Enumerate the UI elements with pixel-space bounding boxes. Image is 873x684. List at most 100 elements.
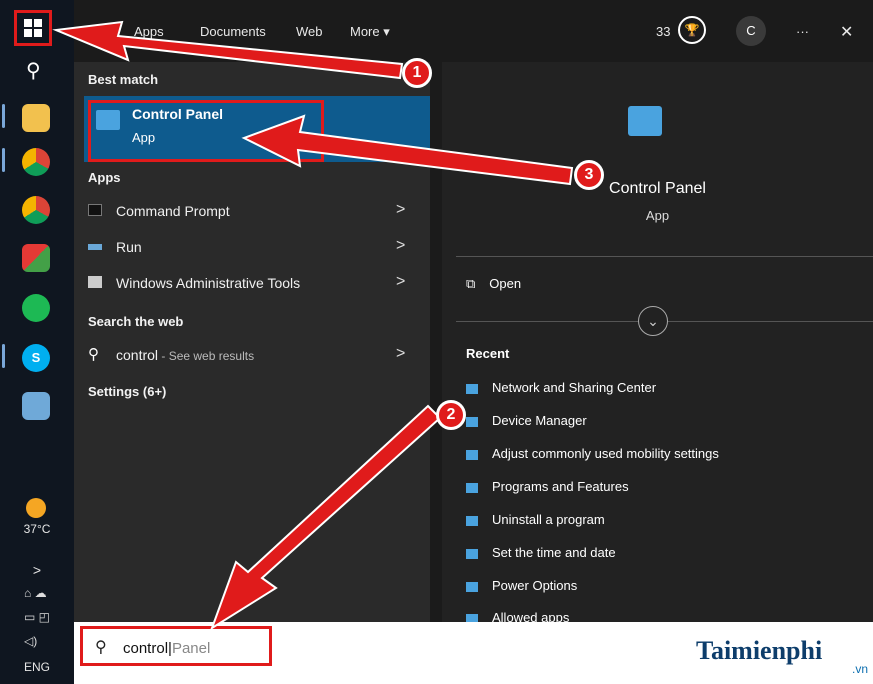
web-suffix: - See web results: [158, 349, 255, 363]
list-item[interactable]: Network and Sharing Center: [466, 380, 656, 395]
command-prompt-icon: [88, 204, 102, 216]
chevron-right-icon[interactable]: >: [396, 345, 405, 363]
windows-icon: [24, 19, 42, 37]
expand-chevron-icon[interactable]: ⌄: [638, 306, 668, 336]
search-bar: ⚲ control|Panel Taimienphi .vn: [74, 622, 873, 684]
active-indicator: [2, 104, 5, 128]
file-explorer-icon[interactable]: [22, 104, 50, 132]
settings-item-icon: [466, 383, 478, 394]
best-match-heading: Best match: [88, 72, 159, 87]
list-item[interactable]: Device Manager: [466, 413, 587, 428]
search-text: control|Panel: [123, 640, 211, 657]
control-panel-icon: [628, 106, 662, 136]
search-top-bar: Apps Documents Web More ▾ 33 🏆 C ··· ✕: [74, 0, 873, 62]
list-item[interactable]: Power Options: [466, 578, 577, 593]
list-item[interactable]: Adjust commonly used mobility settings: [466, 446, 719, 461]
list-item[interactable]: Run >: [74, 230, 430, 264]
search-input[interactable]: ⚲ control|Panel: [80, 626, 272, 666]
active-indicator: [2, 344, 5, 368]
skype-icon[interactable]: S: [22, 344, 50, 372]
best-match-name: Control Panel: [132, 106, 224, 122]
tray-icons[interactable]: ▭ ◰: [24, 610, 50, 624]
recent-label: Power Options: [492, 578, 578, 593]
chevron-right-icon[interactable]: >: [396, 237, 405, 255]
settings-item-icon: [466, 482, 478, 493]
panel-divider: [430, 62, 442, 622]
detail-title: Control Panel: [609, 180, 706, 197]
results-panel: Best match Control Panel App Apps Comman…: [74, 62, 430, 622]
search-icon: ⚲: [88, 346, 99, 363]
step-badge-3: 3: [574, 160, 604, 190]
close-button[interactable]: ✕: [840, 22, 853, 42]
tab-documents[interactable]: Documents: [200, 24, 266, 39]
settings-heading[interactable]: Settings (6+): [88, 384, 166, 399]
language-indicator[interactable]: ENG: [0, 660, 74, 674]
best-match-type: App: [132, 130, 156, 145]
list-item[interactable]: Command Prompt >: [74, 194, 430, 228]
volume-icon[interactable]: ◁): [24, 634, 37, 648]
list-item[interactable]: Windows Administrative Tools >: [74, 266, 430, 300]
active-indicator: [2, 148, 5, 172]
settings-item-icon: [466, 416, 478, 427]
chevron-right-icon[interactable]: >: [396, 273, 405, 291]
weather-icon[interactable]: [26, 498, 46, 518]
web-query: control: [116, 347, 159, 363]
settings-item-icon: [466, 581, 478, 592]
settings-item-icon: [466, 548, 478, 559]
taskbar: ⚲ S 37°C > ⌂ ☁ ▭ ◰ ◁) ENG: [0, 0, 74, 684]
recent-label: Network and Sharing Center: [492, 380, 657, 395]
chevron-right-icon[interactable]: >: [396, 201, 405, 219]
temperature: 37°C: [23, 522, 51, 536]
admin-tools-icon: [88, 276, 102, 288]
step-badge-1: 1: [402, 58, 432, 88]
web-result[interactable]: ⚲ control - See web results >: [74, 338, 430, 372]
recent-label: Uninstall a program: [492, 512, 605, 527]
open-label: Open: [489, 276, 522, 291]
settings-item-icon: [466, 449, 478, 460]
start-button[interactable]: [14, 10, 52, 46]
tab-apps[interactable]: Apps: [134, 24, 164, 39]
app-label: Windows Administrative Tools: [116, 275, 301, 291]
run-icon: [88, 244, 102, 250]
search-typed: control: [123, 640, 169, 657]
web-result-text: control - See web results: [116, 347, 254, 363]
chrome-icon[interactable]: [22, 196, 50, 224]
control-panel-taskbar-icon[interactable]: [22, 392, 50, 420]
list-item[interactable]: Set the time and date: [466, 545, 616, 560]
detail-subtitle: App: [645, 208, 670, 223]
points-count: 33: [656, 24, 671, 39]
watermark-domain: .vn: [852, 662, 869, 676]
search-icon: ⚲: [95, 639, 107, 656]
best-match-result[interactable]: Control Panel App: [84, 96, 430, 162]
more-options-button[interactable]: ···: [796, 24, 809, 39]
chrome-icon[interactable]: [22, 148, 50, 176]
detail-panel: Control Panel App ⧉ Open ⌄ Recent Network…: [442, 62, 873, 625]
rewards-icon[interactable]: 🏆: [678, 16, 706, 44]
apps-heading: Apps: [88, 170, 121, 185]
settings-item-icon: [466, 515, 478, 526]
watermark-logo: Taimienphi: [696, 636, 823, 665]
tray-icons[interactable]: ⌂ ☁: [24, 586, 47, 600]
app-label: Run: [116, 239, 142, 255]
list-item[interactable]: Uninstall a program: [466, 512, 605, 527]
app-icon[interactable]: [22, 244, 50, 272]
search-autocomplete: Panel: [171, 640, 211, 657]
recent-label: Programs and Features: [492, 479, 629, 494]
recent-label: Device Manager: [492, 413, 587, 428]
recent-label: Adjust commonly used mobility settings: [492, 446, 719, 461]
divider: [456, 256, 873, 257]
control-panel-icon: [96, 110, 120, 130]
account-avatar[interactable]: C: [736, 16, 766, 46]
spotify-icon[interactable]: [22, 294, 50, 322]
open-action[interactable]: ⧉ Open: [466, 276, 521, 292]
step-badge-2: 2: [436, 400, 466, 430]
list-item[interactable]: Programs and Features: [466, 479, 629, 494]
tab-more[interactable]: More ▾: [350, 24, 390, 40]
search-web-heading: Search the web: [88, 314, 184, 329]
recent-label: Set the time and date: [492, 545, 616, 560]
app-label: Command Prompt: [116, 203, 230, 219]
tab-web[interactable]: Web: [296, 24, 323, 39]
search-icon[interactable]: ⚲: [26, 58, 41, 83]
open-icon: ⧉: [466, 276, 476, 291]
show-hidden-icons-chevron[interactable]: >: [0, 562, 74, 578]
